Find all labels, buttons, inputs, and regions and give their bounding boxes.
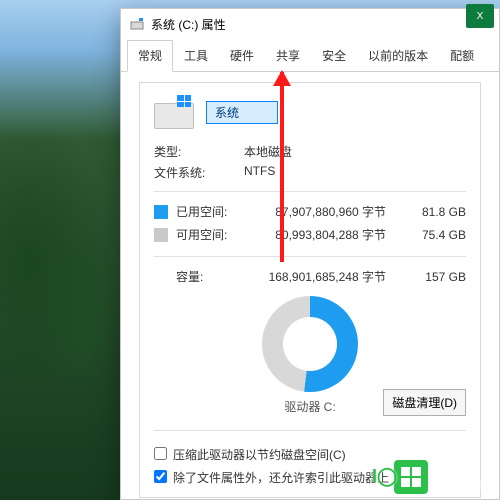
free-swatch-icon xyxy=(154,228,168,242)
tab-bar: 常规 工具 硬件 共享 安全 以前的版本 配额 xyxy=(121,39,499,72)
tab-previous[interactable]: 以前的版本 xyxy=(357,40,439,72)
used-swatch-icon xyxy=(154,205,168,219)
tab-quota[interactable]: 配额 xyxy=(439,40,485,72)
compress-checkbox[interactable] xyxy=(154,447,167,460)
row-filesystem: 文件系统: NTFS xyxy=(154,164,466,181)
tab-general[interactable]: 常规 xyxy=(127,40,173,72)
row-type: 类型: 本地磁盘 xyxy=(154,143,466,160)
volume-icon xyxy=(154,95,194,129)
row-free-space: 可用空间: 80,993,804,288 字节 75.4 GB xyxy=(154,223,466,246)
tab-tools[interactable]: 工具 xyxy=(173,40,219,72)
annotation-arrow-icon xyxy=(280,72,284,262)
properties-dialog: 系统 (C:) 属性 ✕ 常规 工具 硬件 共享 安全 以前的版本 配额 系统 … xyxy=(120,8,500,500)
index-checkbox[interactable] xyxy=(154,470,167,483)
chart-caption: 驱动器 C: xyxy=(284,398,335,415)
tab-hardware[interactable]: 硬件 xyxy=(219,40,265,72)
watermark: I◯ Win10 系统之家官网 xyxy=(394,460,494,494)
general-group: 系统 类型: 本地磁盘 文件系统: NTFS 已用空间: 87,907,880,… xyxy=(139,82,481,498)
watermark-logo-icon: I◯ xyxy=(394,460,428,494)
disk-cleanup-button[interactable]: 磁盘清理(D) xyxy=(383,389,466,416)
row-capacity: 容量: 168,901,685,248 字节 157 GB xyxy=(154,265,466,288)
usage-pie-chart xyxy=(262,296,358,392)
volume-name-input[interactable]: 系统 xyxy=(206,101,278,124)
tab-security[interactable]: 安全 xyxy=(311,40,357,72)
window-title: 系统 (C:) 属性 xyxy=(151,16,451,33)
space-table: 已用空间: 87,907,880,960 字节 81.8 GB 可用空间: 80… xyxy=(154,200,466,246)
tab-sharing[interactable]: 共享 xyxy=(265,40,311,72)
tab-content: 系统 类型: 本地磁盘 文件系统: NTFS 已用空间: 87,907,880,… xyxy=(121,72,499,499)
excel-taskbar-icon[interactable]: X xyxy=(466,4,494,28)
row-used-space: 已用空间: 87,907,880,960 字节 81.8 GB xyxy=(154,200,466,223)
drive-icon xyxy=(129,16,145,32)
titlebar: 系统 (C:) 属性 ✕ xyxy=(121,9,499,39)
